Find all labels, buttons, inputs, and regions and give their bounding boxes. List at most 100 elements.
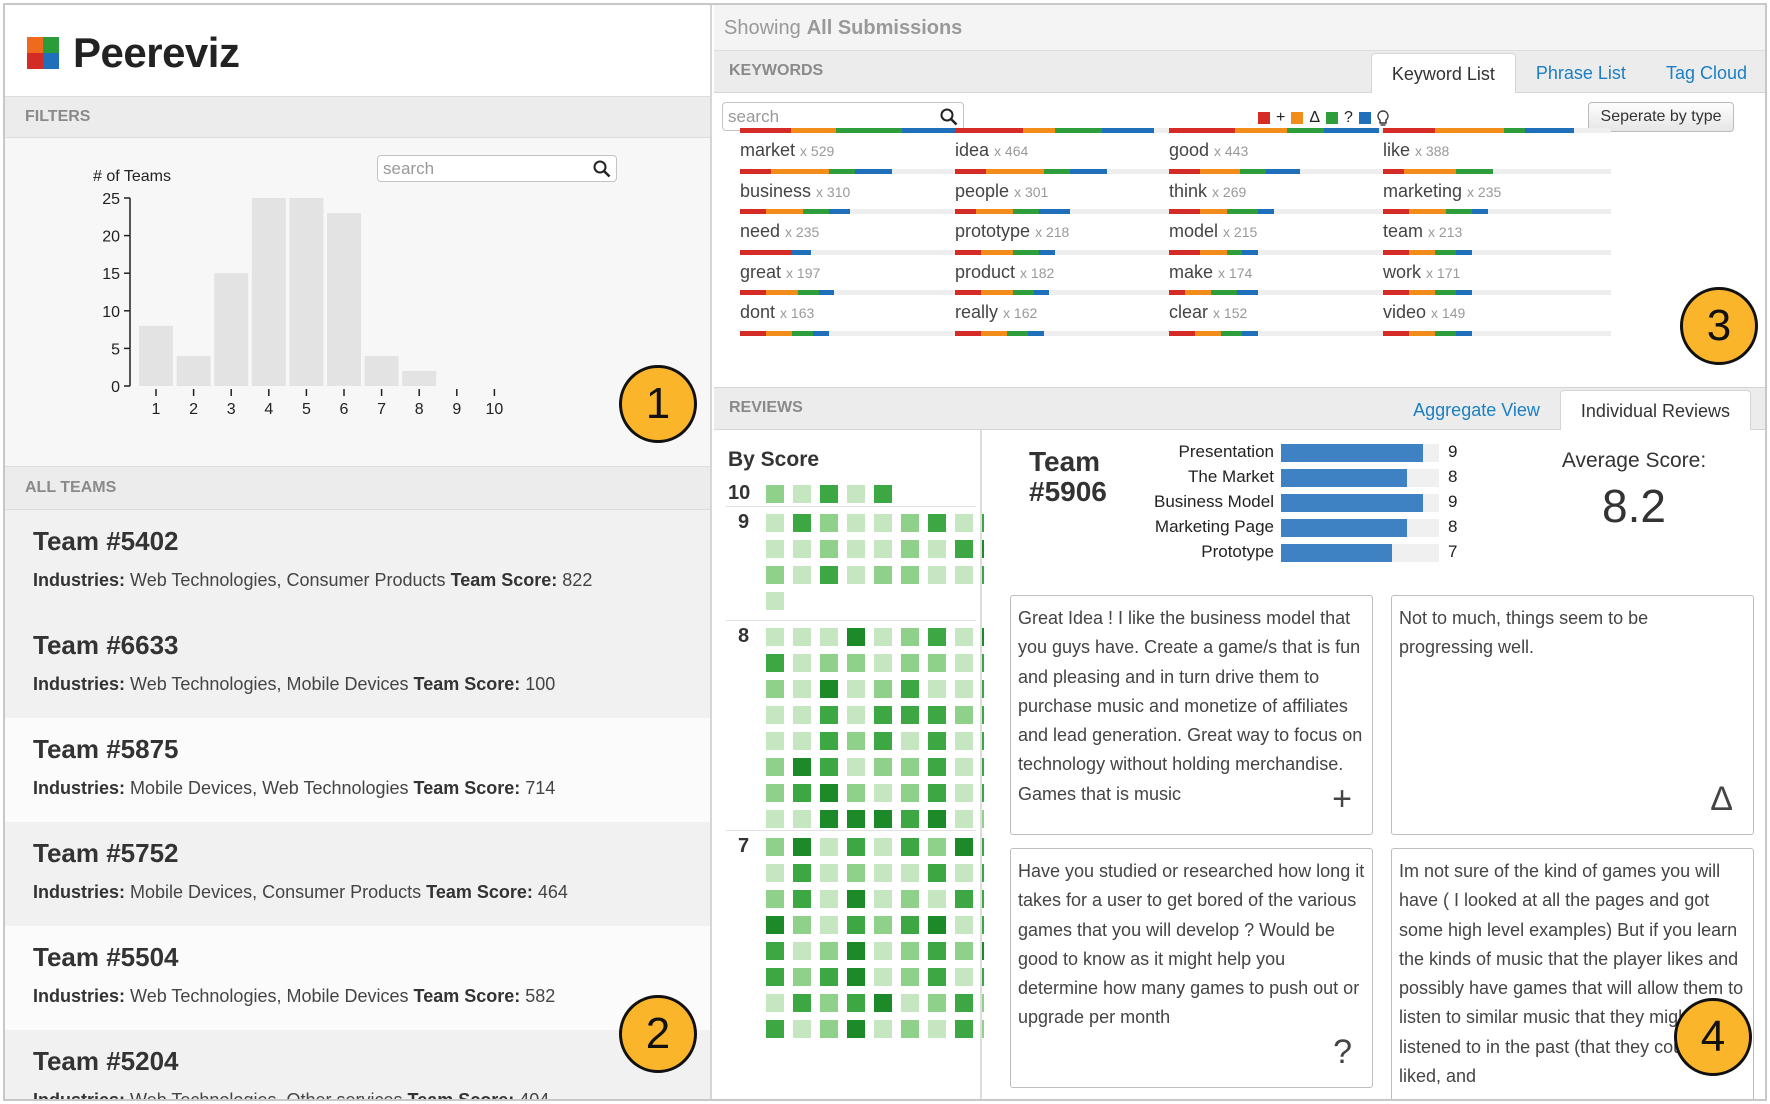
- review-cell[interactable]: [901, 968, 919, 986]
- review-cell[interactable]: [793, 810, 811, 828]
- review-cell[interactable]: [955, 514, 973, 532]
- review-cell[interactable]: [874, 680, 892, 698]
- review-cell[interactable]: [874, 810, 892, 828]
- review-cell[interactable]: [928, 784, 946, 802]
- review-cell[interactable]: [847, 838, 865, 856]
- review-cell[interactable]: [820, 942, 838, 960]
- review-cell[interactable]: [766, 485, 784, 503]
- orange-square-icon[interactable]: [1291, 112, 1304, 124]
- tab-individual-reviews[interactable]: Individual Reviews: [1559, 390, 1751, 431]
- review-cell[interactable]: [793, 514, 811, 532]
- keyword-item[interactable]: marketing x 235: [1383, 168, 1611, 214]
- review-cell[interactable]: [766, 838, 784, 856]
- keyword-item[interactable]: make x 174: [1169, 249, 1397, 295]
- review-cell[interactable]: [820, 1020, 838, 1038]
- review-cell[interactable]: [901, 890, 919, 908]
- review-cell[interactable]: [955, 994, 973, 1012]
- review-cell[interactable]: [793, 680, 811, 698]
- keyword-item[interactable]: great x 197: [740, 249, 968, 295]
- review-cell[interactable]: [793, 838, 811, 856]
- lightbulb-icon[interactable]: [1377, 109, 1389, 127]
- review-cell[interactable]: [874, 864, 892, 882]
- review-cell[interactable]: [847, 540, 865, 558]
- review-cell[interactable]: [955, 758, 973, 776]
- review-cell[interactable]: [847, 916, 865, 934]
- delta-icon[interactable]: Δ: [1309, 109, 1320, 127]
- keyword-label[interactable]: prototype x 218: [955, 221, 1069, 242]
- histogram-bar[interactable]: [327, 213, 361, 386]
- tab-aggregate-view[interactable]: Aggregate View: [1393, 390, 1560, 431]
- review-card[interactable]: Great Idea ! I like the business model t…: [1010, 595, 1373, 835]
- review-cell[interactable]: [847, 864, 865, 882]
- plus-icon[interactable]: +: [1276, 109, 1285, 127]
- review-cell[interactable]: [793, 628, 811, 646]
- search-icon[interactable]: [940, 108, 958, 126]
- review-cell[interactable]: [766, 758, 784, 776]
- review-cell[interactable]: [847, 942, 865, 960]
- review-cell[interactable]: [766, 890, 784, 908]
- review-cell[interactable]: [901, 810, 919, 828]
- keyword-item[interactable]: team x 213: [1383, 209, 1611, 254]
- keyword-label[interactable]: clear x 152: [1169, 302, 1247, 323]
- review-cell[interactable]: [955, 540, 973, 558]
- review-cell[interactable]: [766, 942, 784, 960]
- review-cell[interactable]: [847, 706, 865, 724]
- review-cell[interactable]: [766, 566, 784, 584]
- keyword-label[interactable]: business x 310: [740, 181, 850, 202]
- review-cell[interactable]: [766, 1020, 784, 1038]
- review-cell[interactable]: [820, 485, 838, 503]
- review-cell[interactable]: [820, 994, 838, 1012]
- review-cell[interactable]: [955, 732, 973, 750]
- review-cell[interactable]: [901, 654, 919, 672]
- review-cell[interactable]: [901, 864, 919, 882]
- keyword-label[interactable]: work x 171: [1383, 262, 1460, 283]
- keyword-label[interactable]: idea x 464: [955, 140, 1028, 161]
- review-cell[interactable]: [766, 540, 784, 558]
- review-cell[interactable]: [928, 942, 946, 960]
- tab-phrase-list[interactable]: Phrase List: [1516, 53, 1646, 94]
- review-cell[interactable]: [766, 916, 784, 934]
- review-cell[interactable]: [874, 732, 892, 750]
- team-row[interactable]: Team #5875 Industries: Mobile Devices, W…: [5, 718, 710, 822]
- review-cell[interactable]: [901, 514, 919, 532]
- review-cell[interactable]: [820, 916, 838, 934]
- review-cell[interactable]: [955, 680, 973, 698]
- team-name[interactable]: Team #6633: [33, 630, 710, 668]
- review-cell[interactable]: [820, 566, 838, 584]
- review-cell[interactable]: [928, 628, 946, 646]
- review-cell[interactable]: [766, 706, 784, 724]
- review-cell[interactable]: [793, 540, 811, 558]
- review-cell[interactable]: [874, 942, 892, 960]
- review-cell[interactable]: [928, 654, 946, 672]
- review-cell[interactable]: [874, 838, 892, 856]
- review-cell[interactable]: [901, 1020, 919, 1038]
- review-cell[interactable]: [793, 942, 811, 960]
- review-card[interactable]: Have you studied or researched how long …: [1010, 848, 1373, 1088]
- review-cell[interactable]: [766, 514, 784, 532]
- review-cell[interactable]: [874, 784, 892, 802]
- team-name[interactable]: Team #5504: [33, 942, 710, 980]
- review-cell[interactable]: [766, 732, 784, 750]
- histogram-bar[interactable]: [176, 355, 211, 386]
- keyword-label[interactable]: product x 182: [955, 262, 1054, 283]
- review-cell[interactable]: [847, 810, 865, 828]
- review-cell[interactable]: [928, 864, 946, 882]
- review-cell[interactable]: [928, 890, 946, 908]
- review-cell[interactable]: [901, 758, 919, 776]
- review-cell[interactable]: [847, 680, 865, 698]
- review-cell[interactable]: [874, 628, 892, 646]
- review-cell[interactable]: [901, 540, 919, 558]
- review-cell[interactable]: [793, 654, 811, 672]
- review-cell[interactable]: [874, 566, 892, 584]
- review-cell[interactable]: [874, 916, 892, 934]
- review-cell[interactable]: [874, 994, 892, 1012]
- review-cell[interactable]: [766, 680, 784, 698]
- keyword-item[interactable]: dont x 163: [740, 290, 968, 335]
- review-cell[interactable]: [793, 706, 811, 724]
- review-cell[interactable]: [820, 890, 838, 908]
- review-cell[interactable]: [874, 706, 892, 724]
- keyword-label[interactable]: good x 443: [1169, 140, 1248, 161]
- review-cell[interactable]: [820, 784, 838, 802]
- review-cell[interactable]: [901, 916, 919, 934]
- review-cell[interactable]: [928, 566, 946, 584]
